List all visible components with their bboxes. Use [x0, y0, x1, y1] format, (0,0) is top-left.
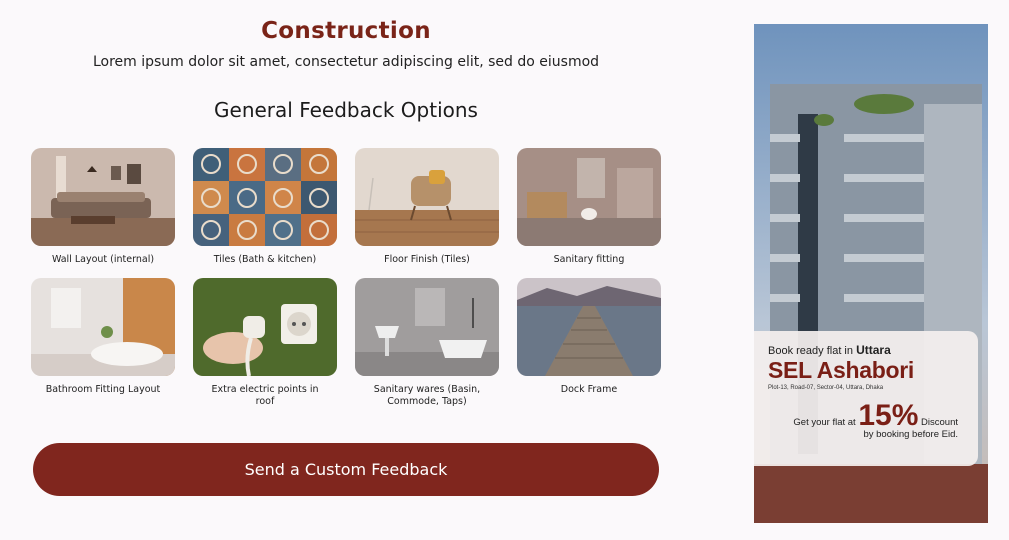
option-card-sanitary-fitting[interactable]: Sanitary fitting: [517, 148, 661, 266]
option-card-floor-finish[interactable]: Floor Finish (Tiles): [355, 148, 499, 266]
bathroom-basin-image: [355, 278, 499, 376]
section-title: General Feedback Options: [214, 98, 478, 122]
ad-offer: Get your flat at 15% Discount by booking…: [793, 399, 958, 441]
option-label: Extra electric points in roof: [211, 384, 319, 407]
patterned-tiles-image: [193, 148, 337, 246]
option-label: Sanitary fitting: [553, 254, 625, 265]
option-card-sanitary-wares[interactable]: Sanitary wares (Basin, Commode, Taps): [355, 278, 499, 408]
page-subtitle: Lorem ipsum dolor sit amet, consectetur …: [92, 54, 600, 70]
ad-lead-text: Book ready flat in: [768, 345, 857, 357]
living-room-image: [31, 148, 175, 246]
option-label: Dock Frame: [560, 384, 618, 395]
ad-lead-location: Uttara: [856, 343, 891, 357]
ad-banner[interactable]: Book ready flat in Uttara SEL Ashabori P…: [754, 24, 988, 523]
ad-offer-panel: Book ready flat in Uttara SEL Ashabori P…: [754, 331, 978, 466]
ad-offer-pre: Get your flat at: [793, 417, 859, 428]
option-label: Sanitary wares (Basin, Commode, Taps): [373, 384, 481, 407]
armchair-floor-image: [355, 148, 499, 246]
bathroom-vanity-image: [517, 148, 661, 246]
bathroom-bathtub-image: [31, 278, 175, 376]
option-label: Tiles (Bath & kitchen): [213, 254, 317, 265]
option-label: Floor Finish (Tiles): [384, 254, 470, 265]
ad-address: Plot-13, Road-07, Sector-04, Uttara, Dha…: [768, 385, 884, 391]
option-label: Bathroom Fitting Layout: [45, 384, 161, 395]
electric-socket-image: [193, 278, 337, 376]
ad-offer-percent: 15%: [858, 399, 919, 432]
page-title: Construction: [261, 18, 431, 44]
option-card-dock-frame[interactable]: Dock Frame: [517, 278, 661, 396]
option-card-wall-layout[interactable]: Wall Layout (internal): [31, 148, 175, 266]
option-card-tiles[interactable]: Tiles (Bath & kitchen): [193, 148, 337, 266]
ad-offer-post: Discount: [918, 417, 958, 428]
option-card-bathroom-fitting-layout[interactable]: Bathroom Fitting Layout: [31, 278, 175, 396]
ad-project-name: SEL Ashabori: [768, 357, 914, 383]
send-custom-feedback-button[interactable]: Send a Custom Feedback: [33, 443, 659, 496]
option-card-extra-electric-points[interactable]: Extra electric points in roof: [193, 278, 337, 408]
option-label: Wall Layout (internal): [51, 254, 155, 265]
ad-offer-deadline: by booking before Eid.: [863, 429, 958, 440]
wooden-dock-image: [517, 278, 661, 376]
